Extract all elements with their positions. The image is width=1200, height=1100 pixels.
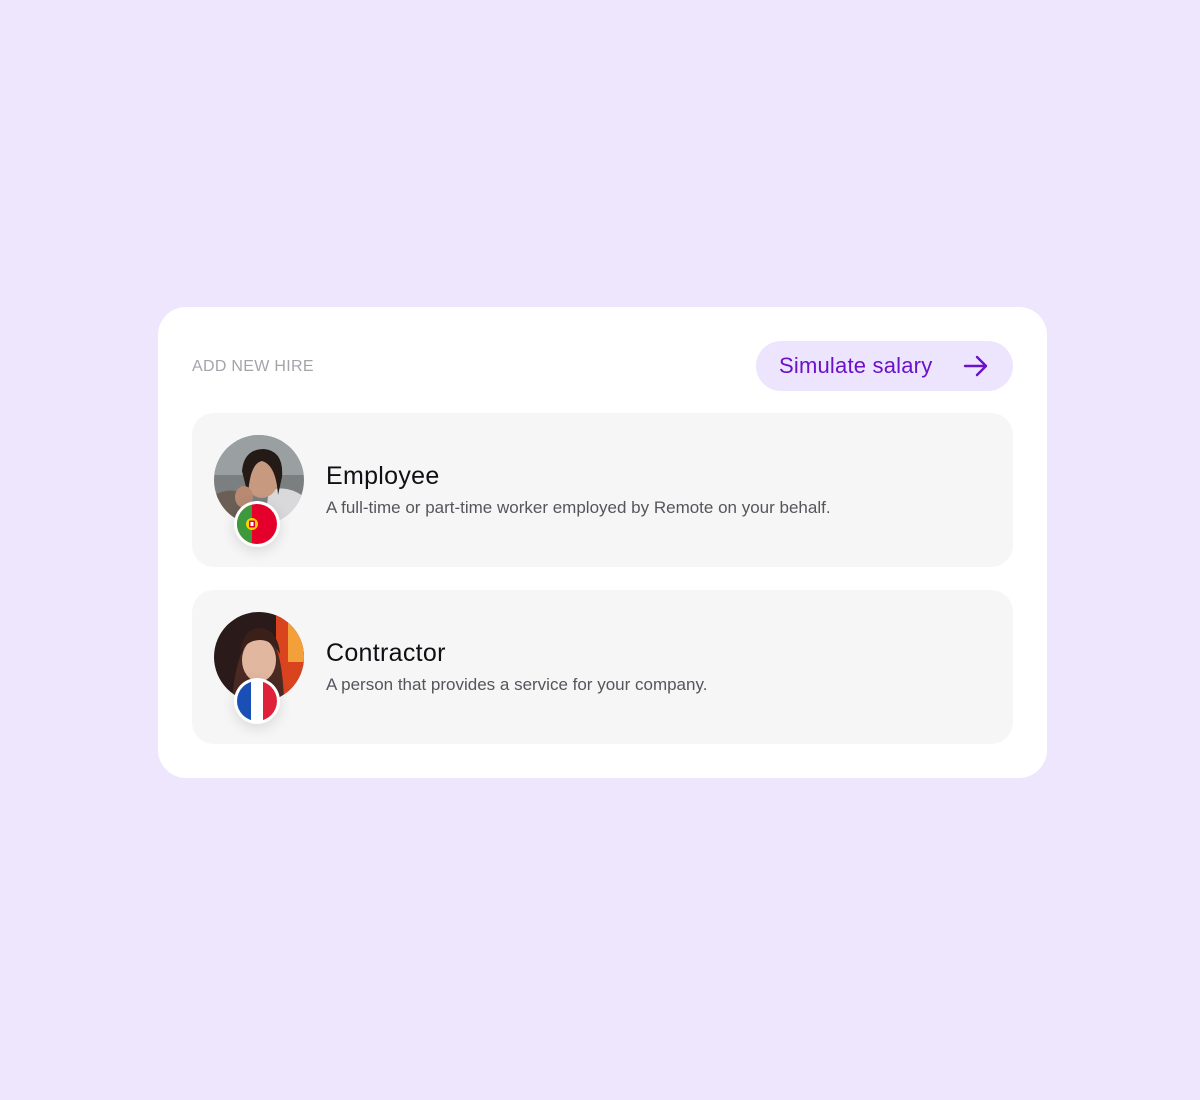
simulate-salary-button[interactable]: Simulate salary [756, 341, 1013, 391]
add-new-hire-card: ADD NEW HIRE Simulate salary Employee A … [158, 307, 1047, 778]
arrow-right-icon [963, 354, 989, 378]
option-description-employee: A full-time or part-time worker employed… [326, 498, 831, 517]
option-description-contractor: A person that provides a service for you… [326, 675, 708, 694]
france-flag-icon [234, 678, 280, 724]
option-title-contractor: Contractor [326, 639, 446, 667]
portugal-flag-icon [234, 501, 280, 547]
option-title-employee: Employee [326, 462, 440, 490]
card-title: ADD NEW HIRE [192, 358, 314, 375]
simulate-salary-label: Simulate salary [779, 353, 933, 378]
employee-option[interactable]: Employee A full-time or part-time worker… [192, 413, 1013, 567]
contractor-option[interactable]: Contractor A person that provides a serv… [192, 590, 1013, 744]
